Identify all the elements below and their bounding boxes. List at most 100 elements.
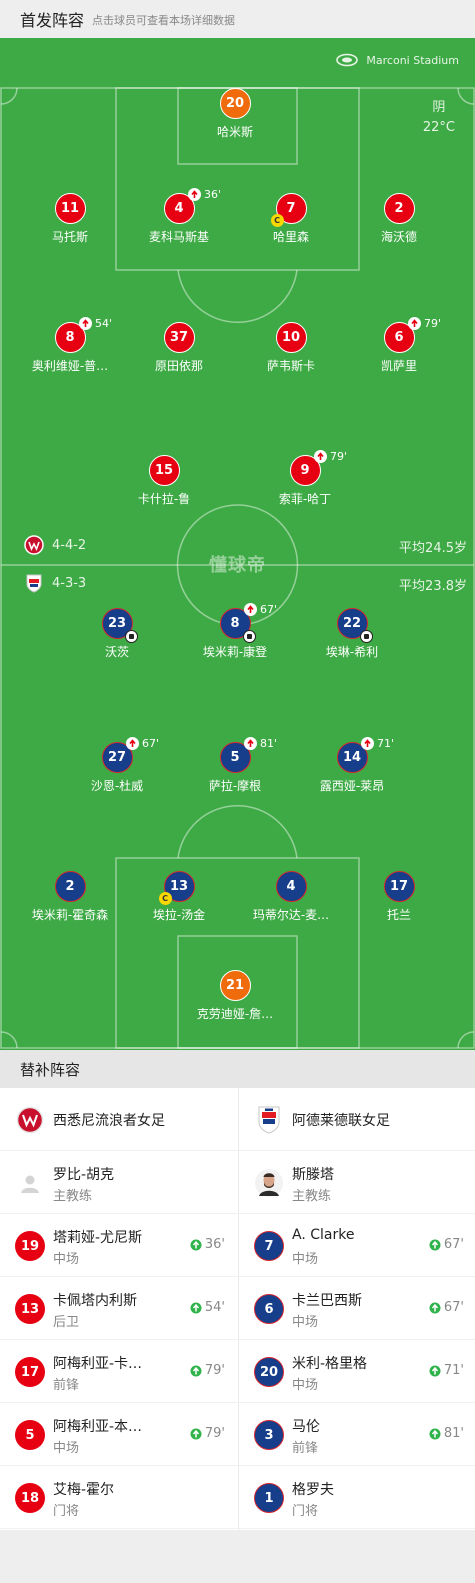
player-name: 沙恩-杜威 <box>90 779 144 793</box>
home-team-row[interactable]: 西悉尼流浪者女足 <box>0 1088 237 1151</box>
away-player[interactable]: 8 67' 埃米莉-康登 <box>180 603 290 660</box>
sub-out-minute: 54' <box>95 317 113 330</box>
team-name: 阿德莱德联女足 <box>292 1113 390 1129</box>
player-number: 15 <box>148 455 180 486</box>
player-name: 索菲-哈丁 <box>278 492 332 506</box>
player-number: 10 <box>275 322 307 353</box>
away-player[interactable]: 27 67' 沙恩-杜威 <box>62 737 172 794</box>
ball-icon <box>359 630 373 643</box>
player-name: 凯萨里 <box>380 359 417 373</box>
player-number: 13 C <box>158 871 195 905</box>
player-name: 麦科马斯基 <box>148 230 209 244</box>
stadium-icon <box>336 53 359 67</box>
away-avg-age: 平均23.8岁 <box>399 579 467 594</box>
sub-in-minute: 71' <box>429 1363 464 1378</box>
away-team-logo-icon <box>253 1104 285 1136</box>
sub-player-name: A. Clarke <box>292 1227 355 1243</box>
home-team-logo-icon <box>14 1104 46 1136</box>
sub-player-row[interactable]: 13 卡佩塔内利斯 后卫 54' <box>0 1277 237 1340</box>
sub-player-row[interactable]: 5 阿梅利亚-本… 中场 79' <box>0 1403 237 1466</box>
player-name: 玛蒂尔达-麦… <box>252 908 330 922</box>
sub-player-row[interactable]: 19 塔莉娅-尤尼斯 中场 36' <box>0 1214 237 1277</box>
home-player[interactable]: 37 原田依那 <box>124 322 234 374</box>
weather-temperature: 22°C <box>422 120 455 135</box>
sub-out-marker: 54' <box>79 317 112 330</box>
stadium-name: Marconi Stadium <box>366 53 459 67</box>
home-player[interactable]: 20 哈米斯 <box>180 88 290 140</box>
sub-out-minute: 79' <box>424 317 442 330</box>
home-player[interactable]: 4 36' 麦科马斯基 <box>124 188 234 245</box>
sub-player-row[interactable]: 6 卡兰巴西斯 中场 67' <box>239 1277 475 1340</box>
stadium-label: Marconi Stadium <box>336 53 459 67</box>
away-coach-row[interactable]: 斯滕塔 主教练 <box>239 1151 475 1214</box>
away-player[interactable]: 22 埃琳-希利 <box>297 608 407 660</box>
sub-player-name: 阿梅利亚-卡… <box>53 1356 143 1372</box>
player-name: 哈里森 <box>272 230 309 244</box>
captain-badge-icon: C <box>158 892 172 905</box>
sub-player-number: 7 <box>253 1230 285 1262</box>
away-player[interactable]: 17 托兰 <box>344 871 454 923</box>
sub-out-minute: 71' <box>377 737 395 750</box>
player-number: 20 <box>219 88 251 119</box>
away-player[interactable]: 23 沃茨 <box>62 608 172 660</box>
sub-out-icon <box>188 188 201 201</box>
sub-out-icon <box>79 317 92 330</box>
sub-in-icon <box>190 1239 205 1251</box>
sub-in-minute: 79' <box>190 1426 225 1441</box>
home-player[interactable]: 9 79' 索菲-哈丁 <box>250 450 360 507</box>
sub-player-row[interactable]: 7 A. Clarke 中场 67' <box>239 1214 475 1277</box>
sub-player-name: 阿梅利亚-本… <box>53 1419 143 1435</box>
player-name: 海沃德 <box>380 230 417 244</box>
sub-player-row[interactable]: 18 艾梅-霍尔 门将 <box>0 1466 237 1529</box>
away-player[interactable]: 21 克劳迪娅-詹… <box>180 970 290 1022</box>
coach-role: 主教练 <box>53 1189 93 1204</box>
away-player[interactable]: 14 71' 露西娅-莱昂 <box>297 737 407 794</box>
sub-player-position: 后卫 <box>53 1315 80 1330</box>
home-player[interactable]: 8 54' 奥利维娅-普… <box>15 317 125 374</box>
sub-player-position: 中场 <box>53 1441 80 1456</box>
away-team-row[interactable]: 阿德莱德联女足 <box>239 1088 475 1151</box>
player-name: 克劳迪娅-詹… <box>196 1007 274 1021</box>
sub-out-minute: 36' <box>204 188 222 201</box>
home-coach-row[interactable]: 罗比-胡克 主教练 <box>0 1151 237 1214</box>
home-avg-age: 平均24.5岁 <box>399 541 467 556</box>
sub-player-number: 18 <box>14 1482 46 1514</box>
home-player[interactable]: 7 C 哈里森 <box>236 193 346 245</box>
sub-in-icon <box>429 1302 444 1314</box>
sub-player-row[interactable]: 3 马伦 前锋 81' <box>239 1403 475 1466</box>
away-player[interactable]: 2 埃米莉-霍奇森 <box>15 871 125 923</box>
sub-player-row[interactable]: 20 米利-格里格 中场 71' <box>239 1340 475 1403</box>
sub-out-icon <box>244 737 257 750</box>
subs-panel: 西悉尼流浪者女足罗比-胡克 主教练 19 塔莉娅-尤尼斯 中场 36' 13 卡佩塔内利斯 后卫… <box>0 1088 475 1530</box>
player-name: 埃米莉-霍奇森 <box>31 908 109 922</box>
sub-in-minute: 67' <box>429 1237 464 1252</box>
home-player[interactable]: 11 马托斯 <box>15 193 125 245</box>
coach-name: 斯滕塔 <box>292 1167 334 1183</box>
sub-player-number: 1 <box>253 1482 285 1514</box>
player-name: 露西娅-莱昂 <box>319 779 385 793</box>
player-number: 11 <box>54 193 86 224</box>
sub-out-minute: 79' <box>330 450 348 463</box>
sub-player-number: 5 <box>14 1419 46 1451</box>
team-name: 西悉尼流浪者女足 <box>53 1113 165 1129</box>
sub-player-name: 格罗夫 <box>292 1482 334 1498</box>
player-name: 萨拉-摩根 <box>208 779 262 793</box>
sub-player-position: 前锋 <box>53 1378 80 1393</box>
home-player[interactable]: 15 卡什拉-鲁 <box>109 455 219 507</box>
home-player[interactable]: 10 萨韦斯卡 <box>236 322 346 374</box>
player-number: 22 <box>336 608 373 643</box>
player-number: 37 <box>163 322 195 353</box>
sub-player-row[interactable]: 1 格罗夫 门将 <box>239 1466 475 1529</box>
sub-out-minute: 81' <box>260 737 278 750</box>
away-player[interactable]: 13 C 埃拉-汤金 <box>124 871 234 923</box>
away-player[interactable]: 4 玛蒂尔达-麦… <box>236 871 346 923</box>
sub-in-minute: 81' <box>429 1426 464 1441</box>
sub-in-icon <box>190 1302 205 1314</box>
home-player[interactable]: 2 海沃德 <box>344 193 454 245</box>
away-player[interactable]: 5 81' 萨拉-摩根 <box>180 737 290 794</box>
sub-player-row[interactable]: 17 阿梅利亚-卡… 前锋 79' <box>0 1340 237 1403</box>
coach-role: 主教练 <box>292 1189 332 1204</box>
home-player[interactable]: 6 79' 凯萨里 <box>344 317 454 374</box>
player-number: 23 <box>101 608 138 643</box>
player-name: 沃茨 <box>104 645 129 659</box>
